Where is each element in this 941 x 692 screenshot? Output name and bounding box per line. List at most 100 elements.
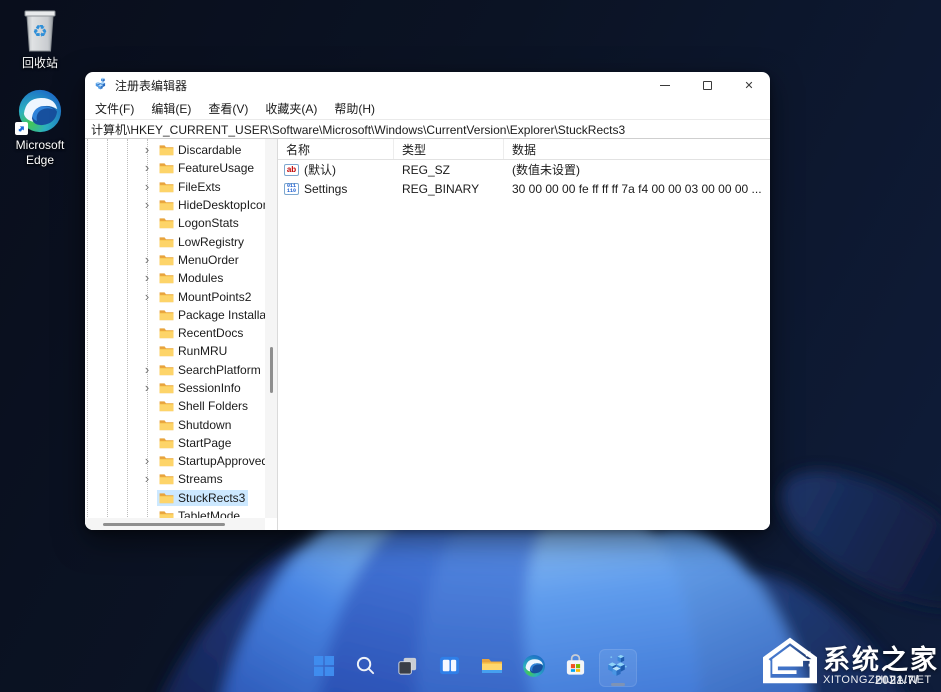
tree-item[interactable]: › LowRegistry bbox=[85, 232, 265, 250]
tree-item[interactable]: › StartupApproved bbox=[85, 452, 265, 470]
chevron-right-icon[interactable]: › bbox=[141, 254, 153, 266]
tree-item[interactable]: › SearchPlatform bbox=[85, 361, 265, 379]
tree-item[interactable]: › MenuOrder bbox=[85, 251, 265, 269]
menu-item[interactable]: 编辑(E) bbox=[151, 100, 191, 117]
task-view-button[interactable] bbox=[389, 649, 427, 687]
tree-item[interactable]: › FileExts bbox=[85, 178, 265, 196]
shortcut-arrow-icon bbox=[15, 122, 28, 135]
chevron-right-icon[interactable]: › bbox=[141, 455, 153, 467]
tree-item[interactable]: › FeatureUsage bbox=[85, 159, 265, 177]
tree-item[interactable]: › LogonStats bbox=[85, 214, 265, 232]
chevron-right-icon[interactable]: › bbox=[141, 291, 153, 303]
value-name: (默认) bbox=[304, 161, 336, 178]
tree-item[interactable]: › StartPage bbox=[85, 434, 265, 452]
folder-icon bbox=[159, 437, 174, 449]
tree-item[interactable]: › Streams bbox=[85, 470, 265, 488]
folder-icon bbox=[159, 345, 174, 357]
registry-editor-icon bbox=[605, 653, 630, 683]
tree-horizontal-scrollbar[interactable] bbox=[85, 518, 265, 530]
menu-item[interactable]: 收藏夹(A) bbox=[265, 100, 317, 117]
widgets-icon bbox=[438, 654, 461, 682]
chevron-right-icon[interactable]: › bbox=[141, 382, 153, 394]
folder-icon bbox=[159, 492, 174, 504]
chevron-right-icon[interactable]: › bbox=[141, 473, 153, 485]
window-title: 注册表编辑器 bbox=[115, 77, 644, 94]
folder-icon bbox=[159, 455, 174, 467]
registry-value-row[interactable]: 011110 Settings REG_BINARY 30 00 00 00 f… bbox=[278, 179, 770, 198]
desktop-icon-edge[interactable]: Microsoft Edge bbox=[4, 88, 76, 168]
widgets-button[interactable] bbox=[431, 649, 469, 687]
tree-item[interactable]: › RecentDocs bbox=[85, 324, 265, 342]
folder-icon bbox=[159, 327, 174, 339]
tree-item-label: SessionInfo bbox=[178, 381, 241, 395]
folder-icon bbox=[159, 400, 174, 412]
tree-item[interactable]: › Shell Folders bbox=[85, 397, 265, 415]
close-button[interactable]: ✕ bbox=[728, 72, 770, 98]
tree-item[interactable]: › Package Installation bbox=[85, 306, 265, 324]
folder-icon bbox=[159, 309, 174, 321]
menu-item[interactable]: 查看(V) bbox=[208, 100, 248, 117]
tree-item[interactable]: › Modules bbox=[85, 269, 265, 287]
scrollbar-thumb[interactable] bbox=[270, 347, 273, 393]
menu-item[interactable]: 帮助(H) bbox=[334, 100, 375, 117]
edge-taskbar-button[interactable] bbox=[515, 649, 553, 687]
tree-item-label: TabletMode bbox=[178, 509, 240, 518]
tree-item[interactable]: › MountPoints2 bbox=[85, 287, 265, 305]
maximize-button[interactable] bbox=[686, 72, 728, 98]
list-rows: ab (默认) REG_SZ (数值未设置) 011110 Settings R… bbox=[278, 160, 770, 198]
registry-editor-taskbar-button[interactable] bbox=[599, 649, 637, 687]
column-header-type[interactable]: 类型 bbox=[394, 139, 504, 159]
scrollbar-thumb[interactable] bbox=[103, 523, 225, 526]
microsoft-store-button[interactable] bbox=[557, 649, 595, 687]
tree-item-label: FeatureUsage bbox=[178, 161, 254, 175]
desktop-icon-label: Microsoft Edge bbox=[4, 138, 76, 168]
tree-item-label: Shutdown bbox=[178, 418, 231, 432]
chevron-right-icon[interactable]: › bbox=[141, 144, 153, 156]
chevron-right-icon[interactable]: › bbox=[141, 181, 153, 193]
search-button[interactable] bbox=[347, 649, 385, 687]
tree-item[interactable]: › SessionInfo bbox=[85, 379, 265, 397]
folder-icon bbox=[159, 236, 174, 248]
tree-item-label: Discardable bbox=[178, 143, 241, 157]
start-button[interactable] bbox=[305, 649, 343, 687]
folder-icon bbox=[159, 217, 174, 229]
chevron-right-icon[interactable]: › bbox=[141, 162, 153, 174]
watermark: 系统之家 XITONGZHIJIA.NET 2021/7/ bbox=[759, 633, 939, 692]
tree-item[interactable]: › HideDesktopIcons bbox=[85, 196, 265, 214]
chevron-right-icon[interactable]: › bbox=[141, 272, 153, 284]
registry-tree-pane: › Discardable › bbox=[85, 139, 278, 530]
folder-icon bbox=[159, 382, 174, 394]
tree-item[interactable]: › RunMRU bbox=[85, 342, 265, 360]
tree-item[interactable]: › TabletMode bbox=[85, 507, 265, 518]
tree-item[interactable]: › Discardable bbox=[85, 141, 265, 159]
chevron-right-icon[interactable]: › bbox=[141, 364, 153, 376]
tree-item-label: SearchPlatform bbox=[178, 363, 261, 377]
tree-item[interactable]: › Shutdown bbox=[85, 415, 265, 433]
value-type-icon: ab bbox=[284, 164, 299, 176]
registry-value-row[interactable]: ab (默认) REG_SZ (数值未设置) bbox=[278, 160, 770, 179]
file-explorer-button[interactable] bbox=[473, 649, 511, 687]
title-bar[interactable]: 注册表编辑器 ✕ bbox=[85, 72, 770, 98]
folder-icon bbox=[159, 291, 174, 303]
tree-item[interactable]: › StuckRects3 bbox=[85, 489, 265, 507]
minimize-button[interactable] bbox=[644, 72, 686, 98]
tree-item-label: RunMRU bbox=[178, 344, 227, 358]
chevron-right-icon[interactable]: › bbox=[141, 199, 153, 211]
task-view-icon bbox=[396, 654, 419, 682]
address-path: 计算机\HKEY_CURRENT_USER\Software\Microsoft… bbox=[91, 121, 625, 138]
address-bar[interactable]: 计算机\HKEY_CURRENT_USER\Software\Microsoft… bbox=[85, 119, 770, 139]
desktop-icon-recycle-bin[interactable]: ♻ 回收站 bbox=[4, 6, 76, 71]
value-list-pane: 名称 类型 数据 ab (默认) REG_SZ (数值未设置) 011110 S… bbox=[278, 139, 770, 530]
value-data: (数值未设置) bbox=[504, 161, 770, 178]
column-header-name[interactable]: 名称 bbox=[278, 139, 394, 159]
column-header-data[interactable]: 数据 bbox=[504, 139, 770, 159]
tree-item-label: Shell Folders bbox=[178, 399, 248, 413]
value-type: REG_BINARY bbox=[394, 182, 504, 196]
registry-editor-window: 注册表编辑器 ✕ 文件(F) 编辑(E) 查看(V) 收藏夹(A) 帮助(H) 计算机\… bbox=[85, 72, 770, 530]
tree-items: › Discardable › bbox=[85, 141, 265, 518]
menu-item[interactable]: 文件(F) bbox=[95, 100, 134, 117]
search-icon bbox=[355, 655, 376, 681]
folder-icon bbox=[159, 364, 174, 376]
menu-bar: 文件(F) 编辑(E) 查看(V) 收藏夹(A) 帮助(H) bbox=[85, 98, 770, 119]
tree-vertical-scrollbar[interactable] bbox=[265, 139, 277, 518]
